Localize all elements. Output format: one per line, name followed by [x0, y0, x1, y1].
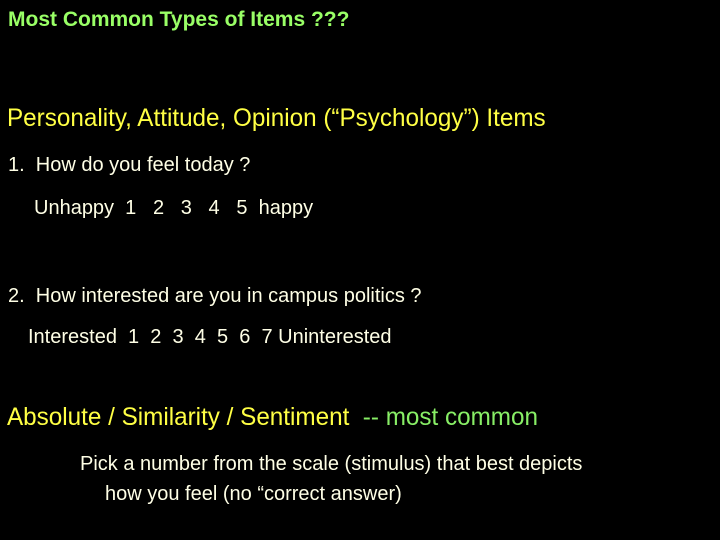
subheading-accent: -- most common: [362, 403, 538, 431]
question-2-prompt: 2. How interested are you in campus poli…: [8, 285, 422, 307]
section-heading: Personality, Attitude, Opinion (“Psychol…: [7, 104, 546, 132]
question-2-scale: Interested 1 2 3 4 5 6 7 Uninterested: [28, 326, 392, 348]
slide-title: Most Common Types of Items ???: [8, 8, 350, 31]
description-line-1: Pick a number from the scale (stimulus) …: [80, 453, 583, 475]
question-1-prompt: 1. How do you feel today ?: [8, 154, 251, 176]
question-1-scale: Unhappy 1 2 3 4 5 happy: [34, 197, 314, 219]
subheading: Absolute / Similarity / Sentiment -- mos…: [7, 405, 538, 430]
description-line-2: how you feel (no “correct answer): [105, 483, 402, 505]
subheading-main: Absolute / Similarity / Sentiment: [7, 403, 363, 431]
